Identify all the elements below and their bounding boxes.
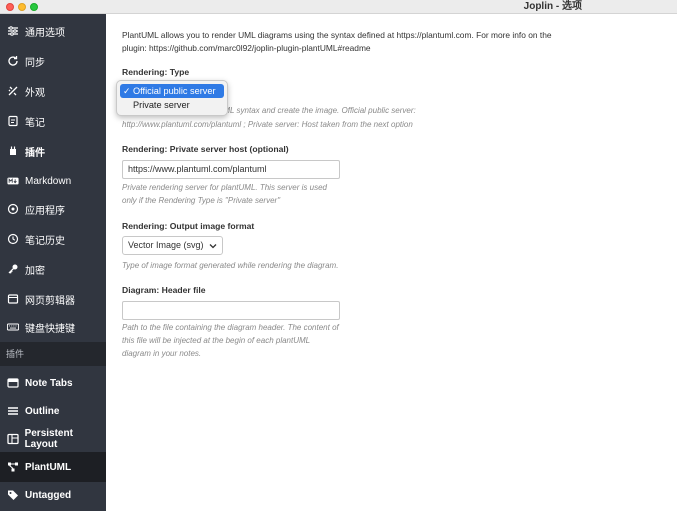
private-host-desc-line2: only if the Rendering Type is "Private s… <box>122 196 281 205</box>
app-icon <box>6 202 20 216</box>
sidebar-item-label: 外观 <box>25 87 45 99</box>
output-format-desc: Type of image format generated while ren… <box>122 261 339 270</box>
plugin-description: PlantUML allows you to render UML diagra… <box>122 30 552 53</box>
plugin-icon <box>6 144 20 158</box>
sidebar-item-untagged[interactable]: Untagged <box>0 480 106 510</box>
appearance-icon <box>6 84 20 98</box>
sidebar-item-plantuml[interactable]: PlantUML <box>0 452 106 482</box>
sidebar-item-general[interactable]: 通用选项 <box>0 16 106 46</box>
private-host-input[interactable]: https://www.plantuml.com/plantuml <box>122 160 340 179</box>
option-official-public-server[interactable]: ✓ Official public server <box>120 84 224 98</box>
tabs-icon <box>6 376 20 390</box>
sidebar-section-plugins: 插件 <box>0 342 106 366</box>
sidebar-item-label: 笔记历史 <box>25 235 65 247</box>
sidebar-item-outline[interactable]: Outline <box>0 396 106 426</box>
sidebar-item-application[interactable]: 应用程序 <box>0 194 106 224</box>
sidebar-item-label: 网页剪辑器 <box>25 295 75 307</box>
output-format-select[interactable]: Vector Image (svg) <box>122 236 223 255</box>
sidebar-item-label: 同步 <box>25 57 45 69</box>
sidebar-item-note-tabs[interactable]: Note Tabs <box>0 368 106 398</box>
private-host-desc-line1: Private rendering server for plantUML. T… <box>122 183 327 192</box>
sidebar-item-keyboard-shortcuts[interactable]: 键盘快捷键 <box>0 312 106 342</box>
sidebar-item-label: Markdown <box>25 175 72 187</box>
rendering-type-label: Rendering: Type <box>122 67 190 77</box>
header-file-desc-line1: Path to the file containing the diagram … <box>122 323 339 332</box>
header-file-label: Diagram: Header file <box>122 285 206 295</box>
sidebar-item-note-history[interactable]: 笔记历史 <box>0 224 106 254</box>
sidebar-item-label: PlantUML <box>25 461 72 473</box>
maximize-window-button[interactable] <box>30 3 38 11</box>
private-host-label: Rendering: Private server host (optional… <box>122 144 289 154</box>
window-title: Joplin - 选项 <box>523 1 582 12</box>
sidebar-item-label: Outline <box>25 405 60 417</box>
sidebar-item-label: 加密 <box>25 265 45 277</box>
sliders-icon <box>6 24 20 38</box>
header-file-input[interactable] <box>122 301 340 320</box>
key-icon <box>6 262 20 276</box>
output-format-label: Rendering: Output image format <box>122 221 255 231</box>
chevron-down-icon <box>208 237 218 254</box>
layout-icon <box>6 432 20 446</box>
header-file-desc-line2: this file will be injected at the begin … <box>122 336 311 345</box>
sidebar-item-label: 通用选项 <box>25 27 65 39</box>
checkmark-icon: ✓ <box>123 86 131 96</box>
sidebar-item-label: 笔记 <box>25 117 45 129</box>
sidebar-item-label: 插件 <box>25 147 45 159</box>
sidebar-item-sync[interactable]: 同步 <box>0 46 106 76</box>
sidebar-item-label: 键盘快捷键 <box>25 323 75 335</box>
sidebar-item-encryption[interactable]: 加密 <box>0 254 106 284</box>
sidebar-item-appearance[interactable]: 外观 <box>0 76 106 106</box>
sidebar-item-label: Persistent Layout <box>24 428 73 450</box>
title-bar: Joplin - 选项 <box>0 0 677 14</box>
rendering-type-desc-line2: http://www.plantuml.com/plantuml ; Priva… <box>122 120 413 129</box>
sidebar-item-markdown[interactable]: Markdown <box>0 166 106 196</box>
close-window-button[interactable] <box>6 3 14 11</box>
option-private-server[interactable]: Private server <box>120 98 224 112</box>
rendering-type-dropdown[interactable]: ✓ Official public server Private server <box>116 80 228 116</box>
markdown-icon <box>6 174 20 188</box>
history-icon <box>6 232 20 246</box>
settings-sidebar: 通用选项 同步 外观 笔记 插件 Markdown 应用程序 笔记历史 加密 网… <box>0 14 106 511</box>
keyboard-icon <box>6 320 20 334</box>
sidebar-item-label: Untagged <box>25 489 72 501</box>
tag-icon <box>6 488 20 502</box>
sidebar-item-persistent-layout[interactable]: Persistent Layout <box>0 424 106 454</box>
outline-icon <box>6 404 20 418</box>
note-icon <box>6 114 20 128</box>
sidebar-item-note[interactable]: 笔记 <box>0 106 106 136</box>
plantuml-icon <box>6 460 20 474</box>
sidebar-item-web-clipper[interactable]: 网页剪辑器 <box>0 284 106 314</box>
header-file-desc-line3: diagram in your notes. <box>122 349 202 358</box>
sidebar-item-label: Note Tabs <box>25 377 73 389</box>
minimize-window-button[interactable] <box>18 3 26 11</box>
sidebar-item-label: 应用程序 <box>25 205 65 217</box>
clipper-icon <box>6 292 20 306</box>
sync-icon <box>6 54 20 68</box>
sidebar-item-plugins[interactable]: 插件 <box>0 136 106 166</box>
